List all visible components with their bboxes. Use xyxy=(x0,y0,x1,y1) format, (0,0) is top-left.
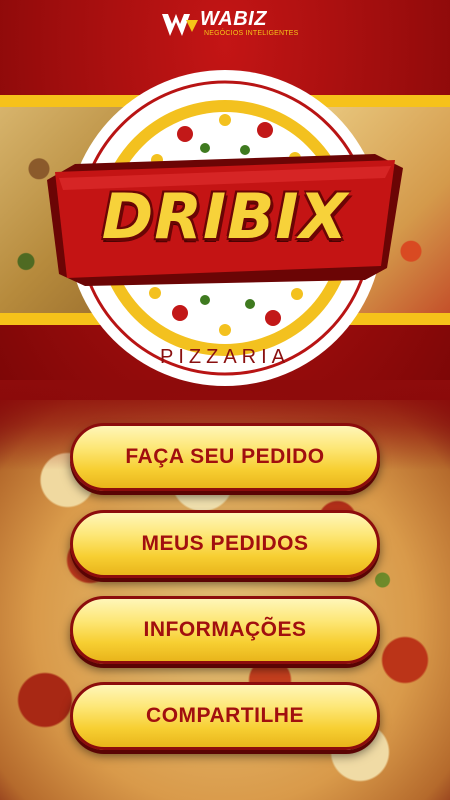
wabiz-logo-icon xyxy=(162,14,198,36)
information-label: INFORMAÇÕES xyxy=(143,618,307,641)
my-orders-label: MEUS PEDIDOS xyxy=(141,532,309,555)
brand-name: WABIZ xyxy=(200,8,267,30)
share-button[interactable]: COMPARTILHE xyxy=(70,682,380,750)
make-order-label: FAÇA SEU PEDIDO xyxy=(125,445,325,468)
information-button[interactable]: INFORMAÇÕES xyxy=(70,596,380,664)
logo-subtitle: PIZZARIA xyxy=(159,346,290,368)
my-orders-button[interactable]: MEUS PEDIDOS xyxy=(70,510,380,578)
dribix-logo: DRIBIX PIZZARIA xyxy=(45,68,405,388)
logo-title: DRIBIX xyxy=(101,180,349,253)
share-label: COMPARTILHE xyxy=(146,704,304,727)
wabiz-brand: WABIZ NEGÓCIOS INTELIGENTES xyxy=(160,8,300,44)
brand-tagline: NEGÓCIOS INTELIGENTES xyxy=(204,30,299,37)
make-order-button[interactable]: FAÇA SEU PEDIDO xyxy=(70,423,380,491)
